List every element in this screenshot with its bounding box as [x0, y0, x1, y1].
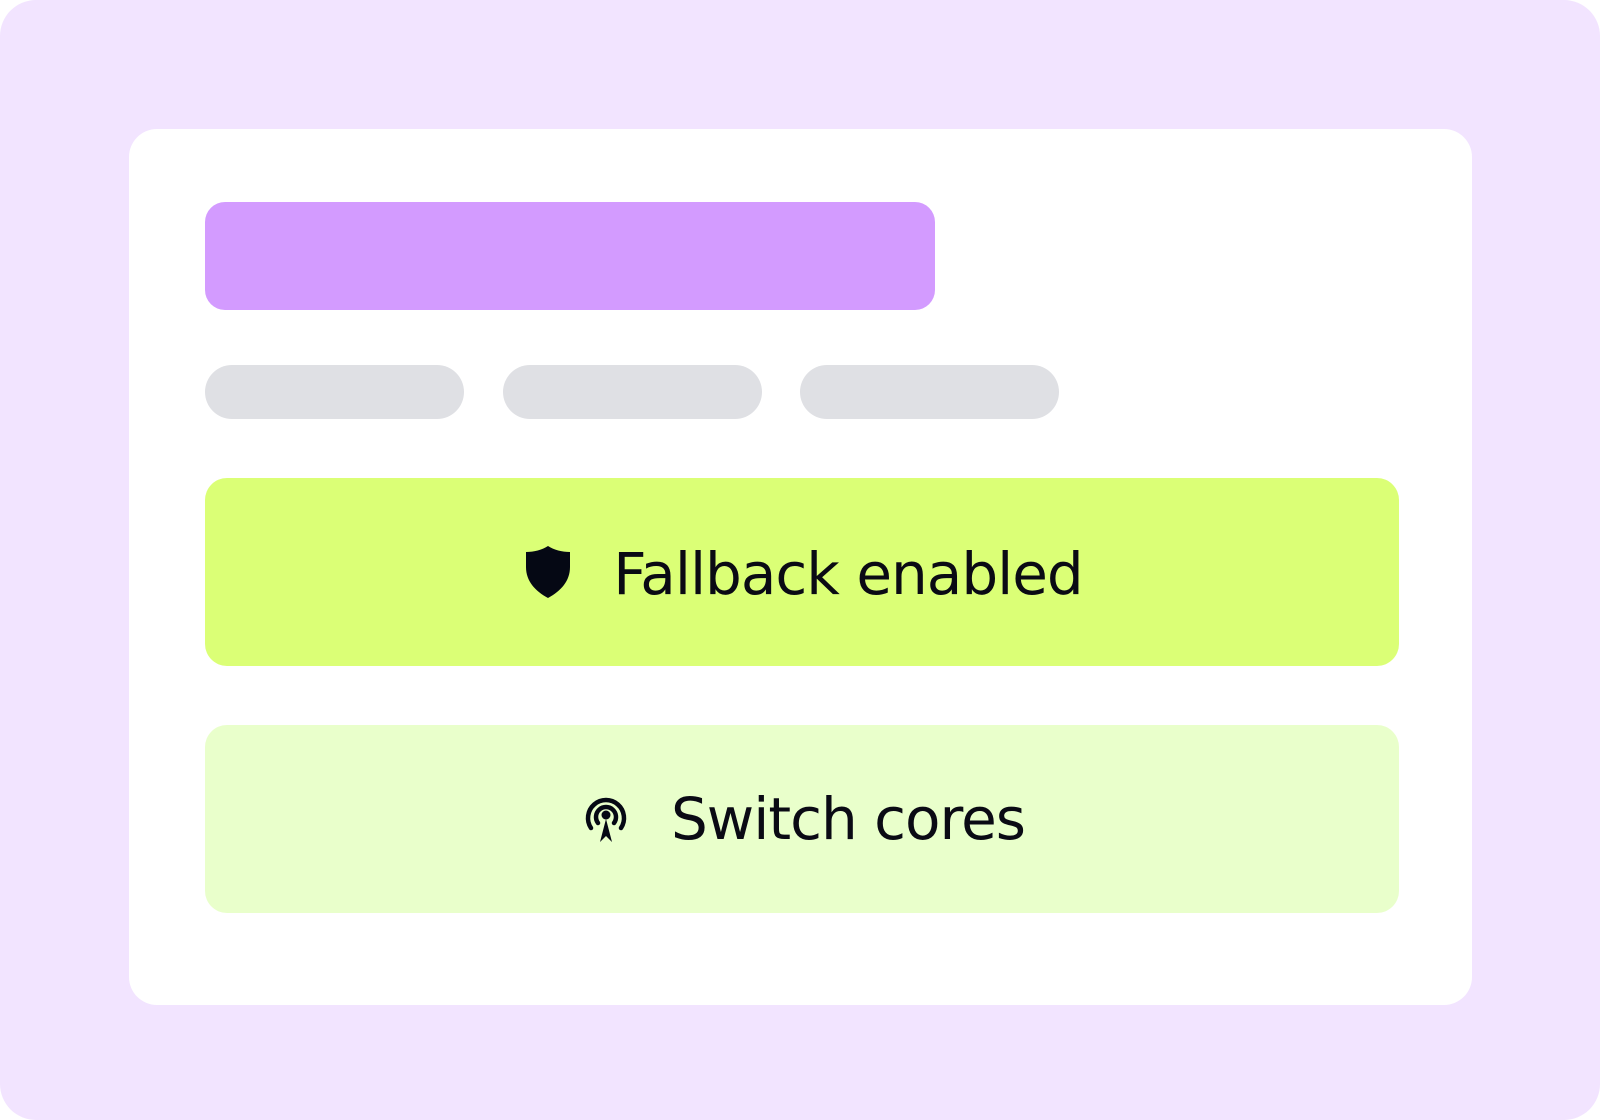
fallback-enabled-label: Fallback enabled — [613, 540, 1083, 608]
switch-cores-button[interactable]: Switch cores — [205, 725, 1399, 913]
content-card: Fallback enabled Switch cores — [129, 129, 1472, 1005]
fallback-enabled-button[interactable]: Fallback enabled — [205, 478, 1399, 666]
title-placeholder — [205, 202, 935, 310]
tag-placeholder-2 — [503, 365, 762, 419]
background-frame: Fallback enabled Switch cores — [0, 0, 1600, 1120]
switch-cores-label: Switch cores — [670, 785, 1026, 853]
shield-icon — [521, 545, 575, 599]
broadcast-tower-icon — [579, 792, 633, 846]
tag-placeholder-3 — [800, 365, 1059, 419]
tag-placeholder-1 — [205, 365, 464, 419]
